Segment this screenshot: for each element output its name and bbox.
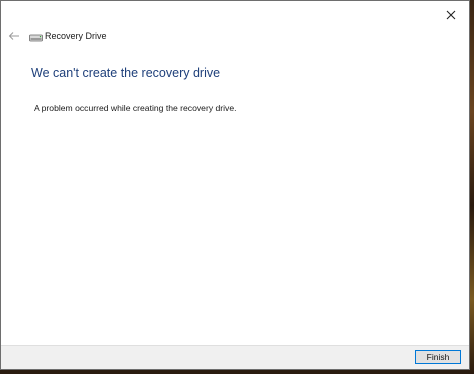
close-button[interactable] — [433, 1, 469, 29]
close-icon — [446, 10, 456, 20]
error-message: A problem occurred while creating the re… — [34, 103, 237, 113]
back-button[interactable] — [6, 29, 22, 43]
page-heading: We can't create the recovery drive — [31, 66, 221, 80]
drive-icon — [29, 34, 43, 42]
finish-button[interactable]: Finish — [415, 350, 461, 364]
footer-bar: Finish — [1, 345, 469, 369]
desktop-background — [470, 0, 474, 374]
app-title: Recovery Drive — [45, 31, 107, 41]
back-arrow-icon — [8, 32, 19, 40]
recovery-drive-window: Recovery Drive We can't create the recov… — [0, 0, 470, 370]
title-bar — [1, 1, 469, 29]
